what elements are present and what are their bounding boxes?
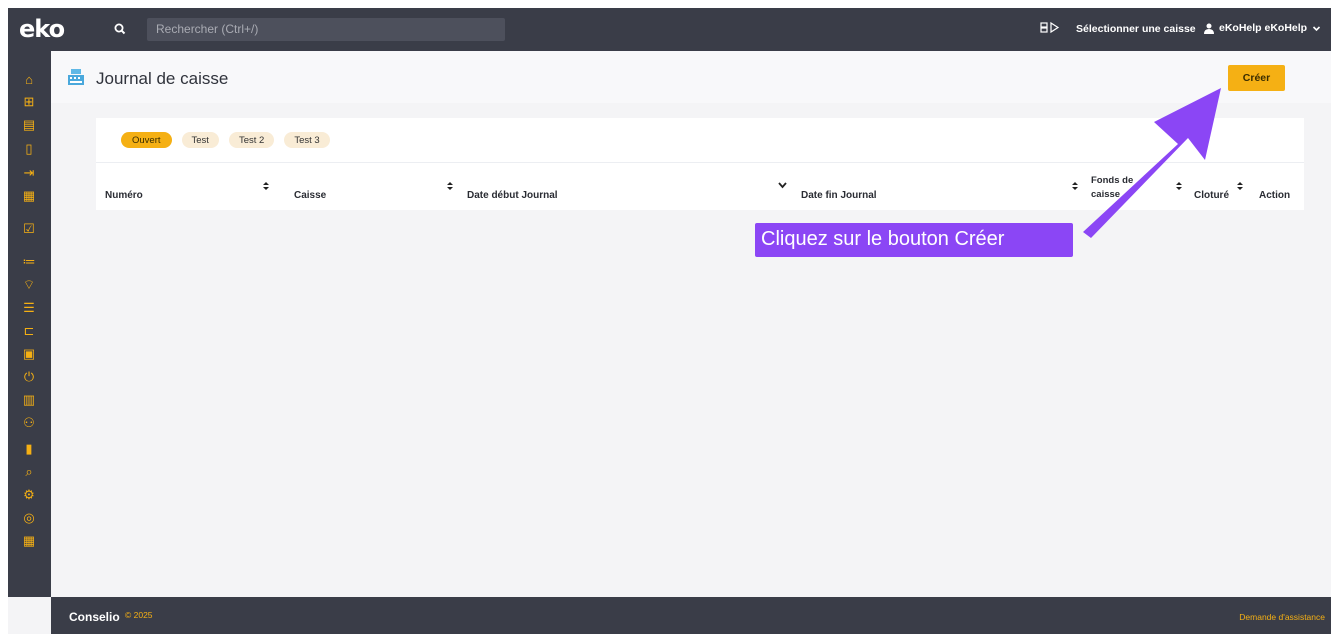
annotation-text: Cliquez sur le bouton Créer [761, 228, 1005, 250]
sort-icon[interactable] [1071, 180, 1079, 192]
page-header: Journal de caisse Créer [51, 51, 1331, 103]
user-menu[interactable]: eKoHelp eKoHelp [1204, 22, 1321, 34]
list-doc-icon[interactable]: ▤ [21, 117, 37, 133]
sort-icon[interactable] [262, 180, 270, 192]
column-header-date-fin[interactable]: Date fin Journal [801, 190, 877, 201]
cash-register-icon [68, 69, 84, 85]
column-header-date-debut[interactable]: Date début Journal [467, 190, 558, 201]
cash-register-icon[interactable]: ▣ [21, 346, 37, 362]
calendar-icon[interactable]: ▦ [21, 188, 37, 204]
footer: Conselio © 2025 Demande d'assistance [51, 597, 1331, 634]
file-export-icon[interactable]: ⇥ [21, 165, 37, 181]
select-cashier-button[interactable]: Sélectionner une caisse [1076, 23, 1196, 35]
user-icon [1204, 23, 1214, 34]
column-header-cloture[interactable]: Cloturé [1194, 190, 1229, 201]
gears-icon[interactable]: ⚙ [21, 487, 37, 503]
column-header-numero[interactable]: Numéro [105, 190, 143, 201]
top-bar: eko Rechercher (Ctrl+/) Sélectionner une… [8, 8, 1331, 51]
app-frame: eko Rechercher (Ctrl+/) Sélectionner une… [8, 8, 1331, 634]
footer-brand: Conselio [69, 610, 120, 624]
calculator-icon[interactable]: ▦ [21, 533, 37, 549]
calendar-check-icon[interactable]: ☑ [21, 221, 37, 237]
sort-icon[interactable] [1236, 180, 1244, 192]
create-button[interactable]: Créer [1228, 65, 1285, 91]
journal-card: Ouvert Test Test 2 Test 3 Numéro Caisse … [96, 118, 1304, 210]
cash-register-toggle-icon[interactable] [1040, 21, 1062, 38]
logo[interactable]: eko [19, 14, 65, 44]
people-group-icon[interactable]: ⚇ [21, 415, 37, 431]
tab-test-3[interactable]: Test 3 [284, 132, 330, 148]
file-icon[interactable]: ▯ [21, 141, 37, 157]
page-title: Journal de caisse [96, 69, 229, 88]
column-header-action: Action [1259, 190, 1291, 201]
home-icon[interactable]: ⌂ [21, 72, 37, 88]
sort-desc-icon[interactable] [778, 181, 787, 189]
search-icon[interactable] [112, 21, 128, 37]
chevron-down-icon [1313, 25, 1321, 31]
folder-open-icon[interactable]: ⌔ [21, 277, 37, 293]
footer-copyright: © 2025 [125, 610, 153, 620]
user-name: eKoHelp eKoHelp [1219, 22, 1308, 34]
tab-test-2[interactable]: Test 2 [228, 132, 275, 148]
power-icon[interactable]: ⏻ [21, 369, 37, 385]
logo-text: eko [19, 15, 65, 43]
annotation-callout: Cliquez sur le bouton Créer [755, 223, 1073, 257]
hierarchy-icon[interactable]: ⊏ [21, 323, 37, 339]
tab-bar: Ouvert Test Test 2 Test 3 [121, 132, 330, 148]
sort-list-icon[interactable]: ☰ [21, 300, 37, 316]
tab-test[interactable]: Test [181, 132, 219, 148]
sort-icon[interactable] [446, 180, 454, 192]
sidebar: ⌂ ⊞ ▤ ▯ ⇥ ▦ ☑ ≔ ⌔ ☰ ⊏ ▣ ⏻ ▥ ⚇ ▮ ⌕ ⚙ ◎ ▦ [8, 51, 51, 597]
list-check-icon[interactable]: ≔ [21, 254, 37, 270]
sort-icon[interactable] [1175, 180, 1183, 192]
magnifier-icon[interactable]: ⌕ [21, 464, 37, 480]
column-header-fonds-de-caisse[interactable]: Fonds de caisse [1091, 174, 1161, 202]
palette-icon[interactable]: ◎ [21, 510, 37, 526]
bar-chart-icon[interactable]: ▮ [21, 441, 37, 457]
tab-ouvert[interactable]: Ouvert [121, 132, 172, 148]
search-input[interactable]: Rechercher (Ctrl+/) [147, 18, 505, 41]
support-request-link[interactable]: Demande d'assistance [1239, 612, 1325, 622]
plus-square-icon[interactable]: ⊞ [21, 94, 37, 110]
search-placeholder: Rechercher (Ctrl+/) [156, 22, 259, 36]
divider [96, 162, 1304, 163]
column-header-caisse[interactable]: Caisse [294, 190, 326, 201]
book-icon[interactable]: ▥ [21, 392, 37, 408]
